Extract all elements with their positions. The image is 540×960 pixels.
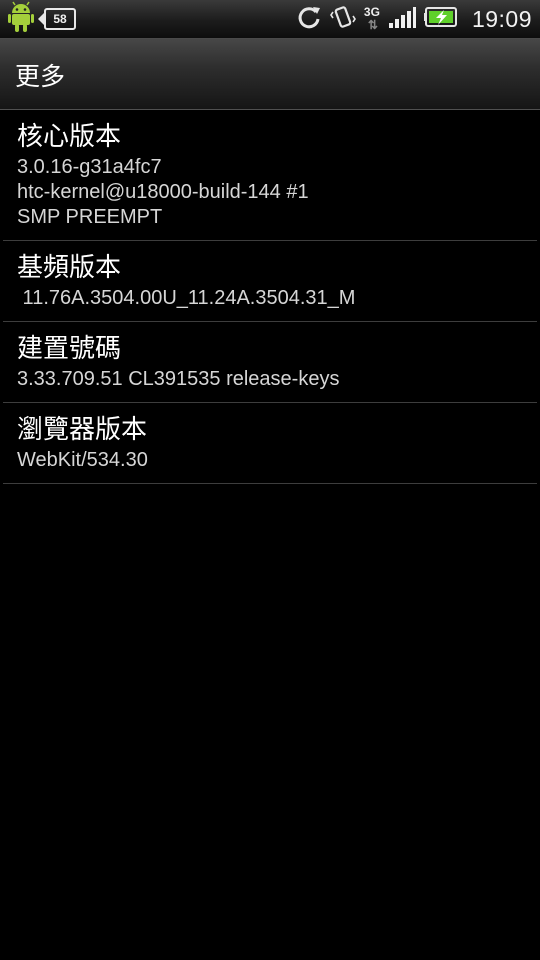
software-info-list: 核心版本 3.0.16-g31a4fc7 htc-kernel@u18000-b… [0,110,540,484]
sync-icon [296,4,322,34]
list-item-baseband-version: 基頻版本 11.76A.3504.00U_11.24A.3504.31_M [3,241,537,322]
list-item-kernel-version: 核心版本 3.0.16-g31a4fc7 htc-kernel@u18000-b… [3,110,537,241]
list-item-value: WebKit/534.30 [17,449,148,471]
list-item-build-number: 建置號碼 3.33.709.51 CL391535 release-keys [3,322,537,403]
list-item-label: 基頻版本 [17,253,122,283]
vibrate-icon [329,4,356,34]
list-item-label: 核心版本 [17,122,122,152]
page-title: 更多 [15,62,66,91]
signal-icon [388,5,416,33]
message-badge-icon[interactable]: 58 [38,8,76,30]
status-clock: 19:09 [471,5,532,32]
android-icon[interactable] [6,0,36,38]
list-item-value: htc-kernel@u18000-build-144 #1 [17,181,309,203]
title-bar: 更多 [0,39,540,110]
list-item-label: 建置號碼 [17,334,122,364]
list-item-label: 瀏覽器版本 [17,415,148,445]
status-bar-system: 3G ⇅ 19:09 [296,0,532,38]
list-item-browser-version: 瀏覽器版本 WebKit/534.30 [3,403,537,484]
status-bar: 58 3G ⇅ 19:09 [0,0,540,39]
network-3g-icon: 3G ⇅ [364,6,380,32]
list-item-value: 3.0.16-g31a4fc7 [17,156,162,178]
battery-charging-icon [423,6,460,32]
status-bar-notifications: 58 [6,0,76,38]
data-activity-arrows: ⇅ [367,18,378,32]
list-item-value: 11.76A.3504.00U_11.24A.3504.31_M [17,287,356,309]
list-item-value: SMP PREEMPT [17,206,163,228]
list-item-value: 3.33.709.51 CL391535 release-keys [17,368,340,390]
notification-count: 58 [53,12,67,26]
